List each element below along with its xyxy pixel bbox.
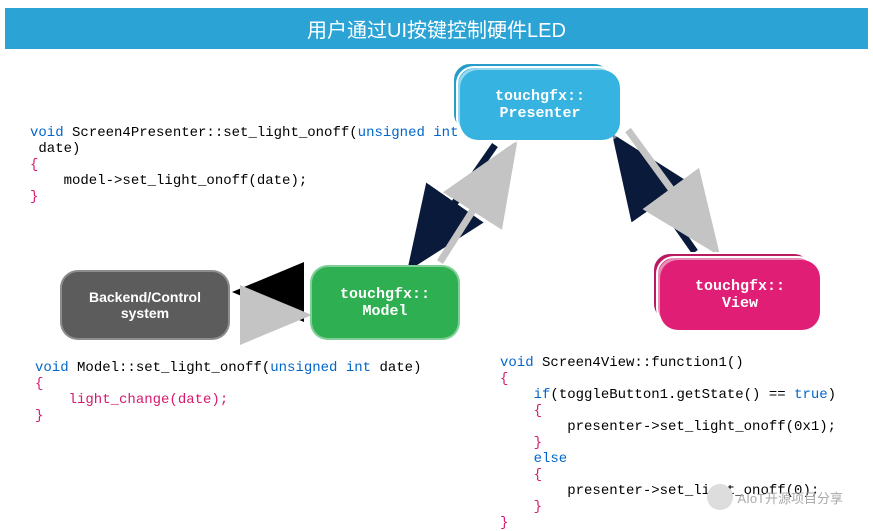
watermark-text: AIoT开源项目分享: [738, 488, 843, 507]
title-text: 用户通过UI按键控制硬件LED: [307, 20, 566, 42]
watermark: AIoT开源项目分享: [707, 484, 843, 510]
model-box: touchgfx:: Model: [310, 265, 460, 340]
code-presenter: void Screen4Presenter::set_light_onoff(u…: [30, 125, 459, 205]
presenter-box: touchgfx:: Presenter: [460, 70, 620, 140]
model-label: touchgfx:: Model: [340, 286, 430, 320]
code-model: void Model::set_light_onoff(unsigned int…: [35, 360, 422, 424]
view-box: touchgfx:: View: [660, 260, 820, 330]
diagram-canvas: touchgfx:: Presenter Backend/Control sys…: [0, 40, 873, 530]
presenter-label: touchgfx:: Presenter: [495, 88, 585, 122]
watermark-icon: [707, 484, 733, 510]
view-label: touchgfx:: View: [695, 278, 785, 312]
backend-box: Backend/Control system: [60, 270, 230, 340]
backend-label: Backend/Control system: [89, 289, 201, 321]
